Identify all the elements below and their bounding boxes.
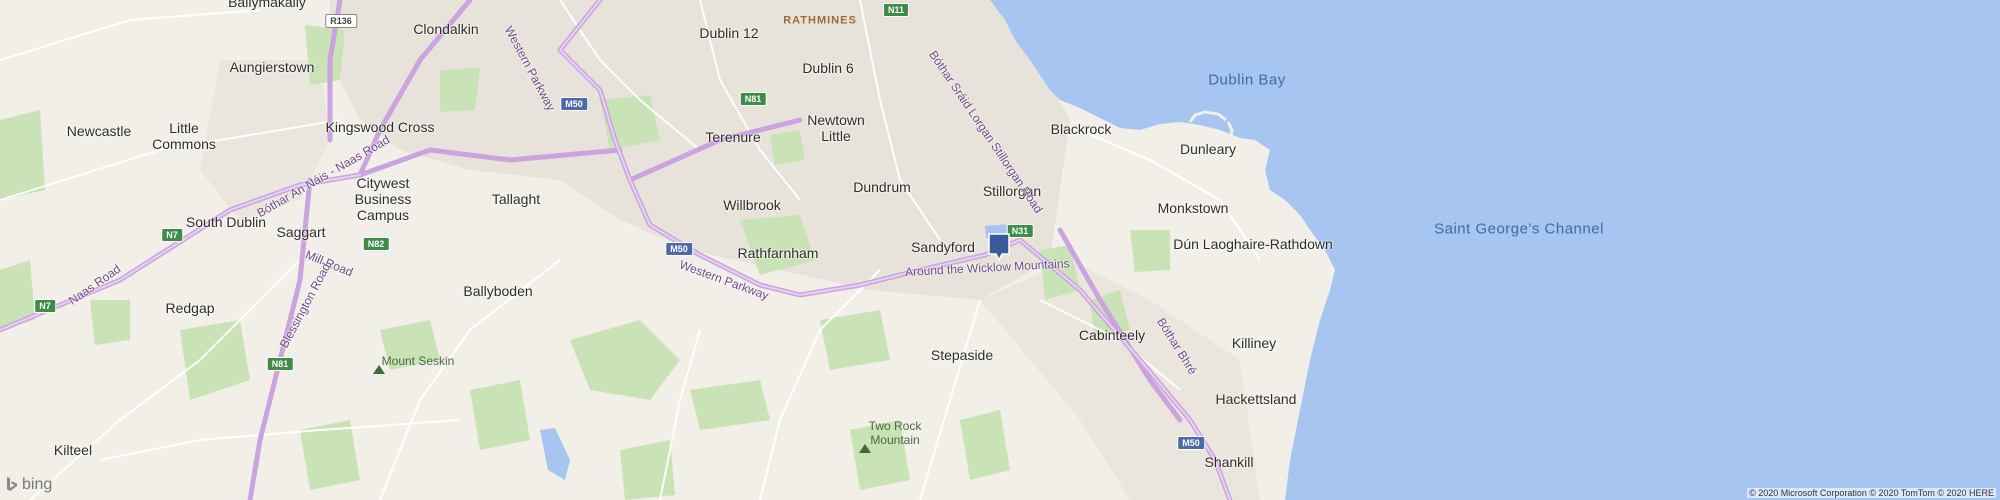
town-label-sandyford: Sandyford — [911, 238, 975, 255]
town-label-dunleary: Dunleary — [1179, 140, 1237, 157]
town-label-willbrook: Willbrook — [723, 196, 781, 213]
bing-logo[interactable]: bing — [6, 476, 52, 494]
route-shield-n7-south: N7 — [34, 299, 56, 313]
bing-logo-icon — [7, 477, 17, 491]
location-marker-icon[interactable] — [988, 233, 1010, 261]
town-label-newcastle: Newcastle — [66, 122, 132, 139]
town-label-shankill: Shankill — [1204, 453, 1254, 470]
route-shield-r136: R136 — [325, 14, 357, 28]
route-shield-n81-south: N81 — [266, 357, 294, 371]
town-label-tallaght: Tallaght — [491, 190, 541, 207]
map-viewport[interactable]: Dublin Bay Saint George's Channel RATHMI… — [0, 0, 2000, 500]
town-label-cabinteely: Cabinteely — [1078, 326, 1146, 343]
town-label-aungierstown: Aungierstown — [229, 58, 315, 75]
route-shield-m50-west: M50 — [665, 242, 693, 256]
town-label-little-commons: Little Commons — [152, 119, 216, 152]
bing-logo-text: bing — [22, 476, 53, 493]
town-label-south-dublin: South Dublin — [185, 213, 267, 230]
town-label-redgap: Redgap — [165, 299, 215, 316]
town-label-rathfarnham: Rathfarnham — [737, 244, 819, 261]
town-label-dundrum: Dundrum — [853, 178, 911, 195]
town-label-ballymakally: Ballymakally — [228, 0, 306, 10]
route-shield-n31: N31 — [1006, 224, 1034, 238]
town-label-saggart: Saggart — [276, 223, 326, 240]
town-label-dun-laoghaire-rathdown: Dún Laoghaire-Rathdown — [1173, 235, 1333, 252]
town-label-terenure: Terenure — [705, 128, 761, 145]
route-shield-n82: N82 — [362, 237, 390, 251]
dublin-bay-label: Dublin Bay — [1208, 71, 1286, 89]
saint-georges-channel-label: Saint George's Channel — [1434, 220, 1604, 238]
town-label-dublin-6: Dublin 6 — [802, 59, 854, 76]
town-label-kingswood-cross: Kingswood Cross — [325, 118, 435, 135]
route-shield-m50-south: M50 — [1177, 436, 1205, 450]
town-label-newtown-little: Newtown Little — [807, 111, 865, 144]
town-label-clondalkin: Clondalkin — [413, 20, 479, 37]
route-shield-n81-north: N81 — [739, 92, 767, 106]
town-label-blackrock: Blackrock — [1050, 120, 1112, 137]
town-label-citywest: Citywest Business Campus — [354, 174, 412, 224]
route-shield-n11: N11 — [882, 3, 910, 17]
town-label-dublin-12: Dublin 12 — [699, 24, 759, 41]
town-label-ballyboden: Ballyboden — [463, 282, 533, 299]
town-label-stepaside: Stepaside — [930, 346, 994, 363]
map-attribution[interactable]: © 2020 Microsoft Corporation © 2020 TomT… — [1747, 488, 1996, 498]
route-shield-m50-north: M50 — [560, 97, 588, 111]
town-label-killiney: Killiney — [1231, 334, 1277, 351]
town-label-kilteel: Kilteel — [53, 441, 93, 458]
rathmines-label: RATHMINES — [783, 14, 857, 27]
mount-seskin-label: Mount Seskin — [381, 354, 455, 369]
two-rock-mountain-label: Two Rock Mountain — [868, 419, 922, 447]
town-label-monkstown: Monkstown — [1157, 199, 1229, 216]
town-label-hackettsland: Hackettsland — [1215, 390, 1297, 407]
route-shield-n7-north: N7 — [161, 228, 183, 242]
